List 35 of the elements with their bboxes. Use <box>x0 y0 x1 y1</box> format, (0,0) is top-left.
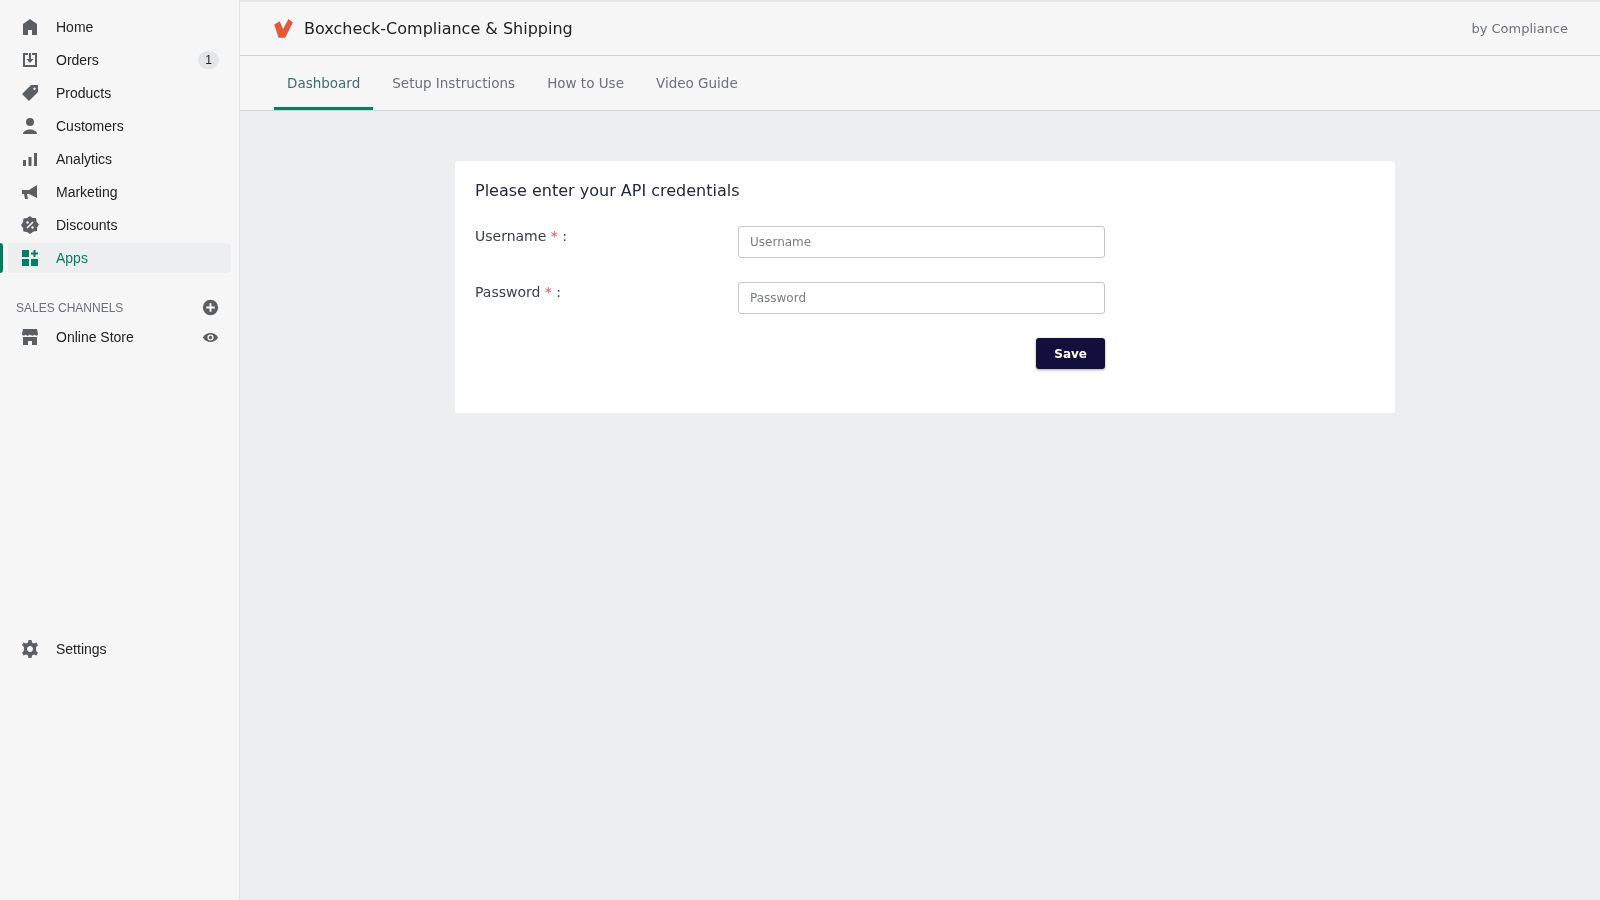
store-icon <box>20 327 40 347</box>
settings-icon <box>20 639 40 659</box>
tab[interactable]: Setup Instructions <box>379 56 529 110</box>
input-field[interactable]: Password <box>738 282 1105 314</box>
sidebar-item[interactable]: Discounts <box>0 210 231 240</box>
megaphone-icon <box>20 182 40 202</box>
developer-byline: by Compliance <box>1471 21 1568 36</box>
logo-icon <box>272 17 294 40</box>
count-badge: 1 <box>198 51 219 69</box>
section-heading: SALES CHANNELS <box>16 300 124 315</box>
sidebar-item[interactable]: Home <box>0 12 231 42</box>
app-title: Boxcheck-Compliance & Shipping <box>304 19 574 38</box>
field-label: Username * : <box>475 227 568 244</box>
inbox-icon <box>20 50 40 70</box>
sidebar-item[interactable]: Orders 1 <box>0 45 231 75</box>
card-title: Please enter your API credentials <box>475 181 741 200</box>
add-icon[interactable] <box>202 299 219 316</box>
sidebar-item[interactable]: Customers <box>0 111 231 141</box>
settings-item[interactable]: Settings <box>0 634 231 664</box>
tag-icon <box>20 83 40 103</box>
tab[interactable]: How to Use <box>534 56 637 110</box>
home-icon <box>20 17 40 37</box>
tab[interactable]: Video Guide <box>642 56 751 110</box>
sidebar-item[interactable]: Analytics <box>0 144 231 174</box>
sidebar-item[interactable]: Marketing <box>0 177 231 207</box>
apps-grid-icon <box>20 248 40 268</box>
tab[interactable]: Dashboard <box>274 56 374 110</box>
sidebar-item[interactable]: Products <box>0 78 231 108</box>
save-button[interactable]: Save <box>1036 338 1105 369</box>
person-icon <box>20 116 40 136</box>
input-field[interactable]: Username <box>738 226 1105 258</box>
discount-badge-icon <box>20 215 40 235</box>
sidebar-item[interactable]: Online Store <box>0 322 231 352</box>
field-label: Password * : <box>475 283 562 300</box>
sidebar-item[interactable]: Apps <box>0 243 231 273</box>
